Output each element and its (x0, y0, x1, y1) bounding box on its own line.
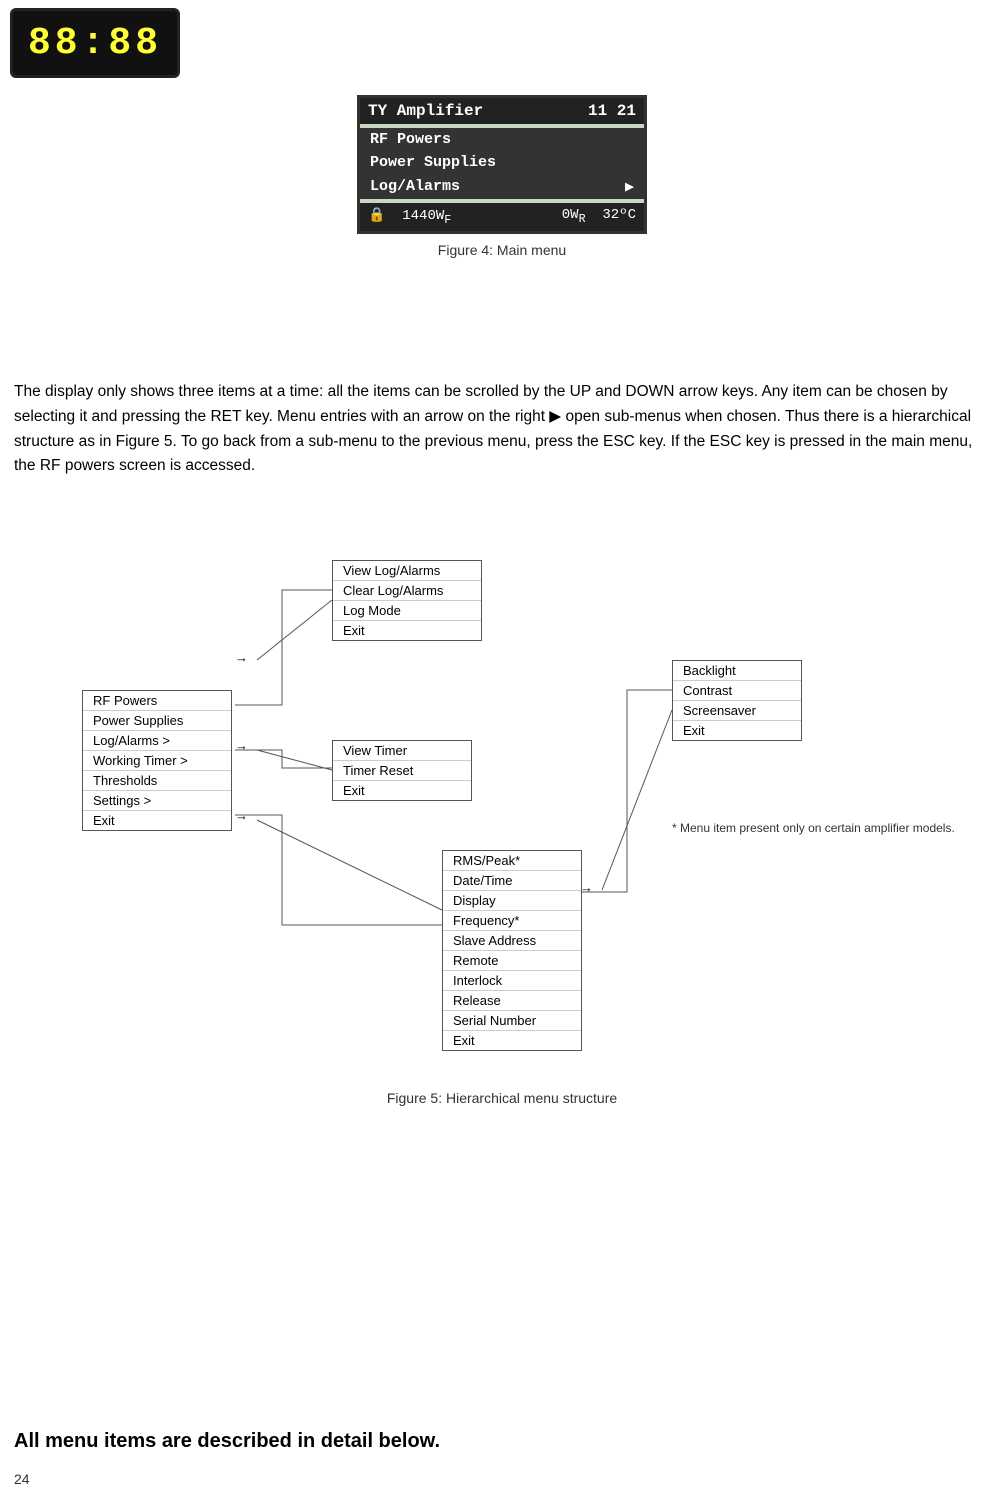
figure5-caption: Figure 5: Hierarchical menu structure (387, 1090, 617, 1106)
list-item: Exit (443, 1031, 581, 1050)
list-item: Clear Log/Alarms (333, 581, 481, 601)
list-item: Exit (333, 781, 471, 800)
list-item: Log/Alarms ▶ (360, 174, 644, 199)
list-item: Power Supplies (360, 151, 644, 174)
working-timer-menu-box: View Timer Timer Reset Exit (332, 740, 472, 801)
list-item: Screensaver (673, 701, 801, 721)
list-item: Settings > (83, 791, 231, 811)
list-item: Serial Number (443, 1011, 581, 1031)
list-item: Frequency* (443, 911, 581, 931)
connector-arrow: → (580, 880, 593, 895)
display-menu-box: Backlight Contrast Screensaver Exit (672, 660, 802, 741)
list-item: View Log/Alarms (333, 561, 481, 581)
list-item: Display (443, 891, 581, 911)
top-lcd-display: 88:88 (10, 8, 180, 78)
list-item: Backlight (673, 661, 801, 681)
list-item: RF Powers (360, 128, 644, 151)
list-item: RMS/Peak* (443, 851, 581, 871)
list-item: RF Powers (83, 691, 231, 711)
body-text: The display only shows three items at a … (14, 380, 990, 479)
list-item: Remote (443, 951, 581, 971)
figure4-block: TY Amplifier 11 21 RF Powers Power Suppl… (0, 95, 1004, 258)
menu-diagram: RF Powers Power Supplies Log/Alarms > Wo… (22, 550, 982, 1080)
list-item: Log/Alarms > (83, 731, 231, 751)
list-item: Exit (333, 621, 481, 640)
connector-arrow: → (235, 808, 248, 823)
list-item: Interlock (443, 971, 581, 991)
lcd-header: TY Amplifier 11 21 (360, 98, 644, 124)
connector-arrow: → (235, 650, 248, 665)
asterisk-note: * Menu item present only on certain ampl… (672, 820, 955, 837)
lcd-footer-left: 🔒 1440WF (368, 207, 451, 227)
list-item: Exit (673, 721, 801, 740)
list-item: Date/Time (443, 871, 581, 891)
list-item: Contrast (673, 681, 801, 701)
connector-arrow: → (235, 738, 248, 753)
display-digits: 88:88 (28, 22, 162, 65)
figure5-block: RF Powers Power Supplies Log/Alarms > Wo… (0, 550, 1004, 1106)
list-item: Slave Address (443, 931, 581, 951)
log-alarms-menu-box: View Log/Alarms Clear Log/Alarms Log Mod… (332, 560, 482, 641)
list-item: Timer Reset (333, 761, 471, 781)
list-item: Thresholds (83, 771, 231, 791)
lcd-footer-right: 0WR 32ºC (562, 207, 636, 227)
lcd-screen: TY Amplifier 11 21 RF Powers Power Suppl… (357, 95, 647, 234)
list-item: View Timer (333, 741, 471, 761)
settings-menu-box: RMS/Peak* Date/Time Display Frequency* S… (442, 850, 582, 1051)
bottom-text: All menu items are described in detail b… (14, 1430, 440, 1453)
lcd-body: RF Powers Power Supplies Log/Alarms ▶ (360, 124, 644, 203)
lcd-header-right: 11 21 (588, 102, 636, 120)
list-item: Exit (83, 811, 231, 830)
lcd-footer: 🔒 1440WF 0WR 32ºC (360, 203, 644, 231)
page-number: 24 (14, 1471, 30, 1487)
lcd-header-left: TY Amplifier (368, 102, 483, 120)
list-item: Power Supplies (83, 711, 231, 731)
arrow-icon: ▶ (625, 177, 634, 196)
list-item: Log Mode (333, 601, 481, 621)
list-item: Release (443, 991, 581, 1011)
list-item: Working Timer > (83, 751, 231, 771)
main-menu-box: RF Powers Power Supplies Log/Alarms > Wo… (82, 690, 232, 831)
figure4-caption: Figure 4: Main menu (438, 242, 566, 258)
